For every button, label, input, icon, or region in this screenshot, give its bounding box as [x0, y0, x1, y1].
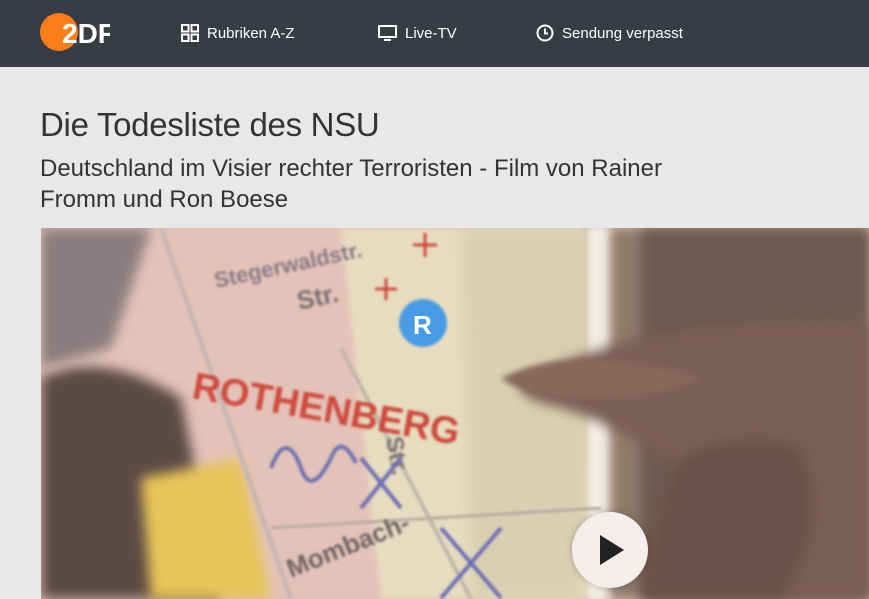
clock-icon — [536, 24, 554, 42]
page-subtitle: Deutschland im Visier rechter Terroriste… — [40, 155, 662, 213]
grid-icon — [181, 24, 199, 42]
svg-text:2DF: 2DF — [62, 18, 110, 49]
nav-live-tv-label: Live-TV — [405, 24, 457, 42]
zdf-logo[interactable]: 2DF — [40, 12, 110, 52]
nav-live-tv[interactable]: Live-TV — [378, 22, 457, 44]
play-icon — [600, 535, 624, 565]
nav-sendung-verpasst[interactable]: Sendung verpasst — [536, 22, 683, 44]
top-navigation-bar: 2DF Rubriken A-Z Live-TV Sendung verpass… — [0, 0, 869, 67]
nav-rubriken-az[interactable]: Rubriken A-Z — [181, 22, 295, 44]
video-thumbnail: Stegerwaldstr. Str. ROTHENBERG Str. Momb… — [41, 228, 869, 599]
page-title: Die Todesliste des NSU — [40, 106, 380, 143]
video-player[interactable]: Stegerwaldstr. Str. ROTHENBERG Str. Momb… — [41, 228, 869, 599]
nav-rubriken-label: Rubriken A-Z — [207, 24, 295, 42]
nav-sendung-verpasst-label: Sendung verpasst — [562, 24, 683, 42]
monitor-icon — [378, 24, 397, 42]
svg-text:R: R — [413, 310, 432, 340]
play-button[interactable] — [572, 512, 648, 588]
